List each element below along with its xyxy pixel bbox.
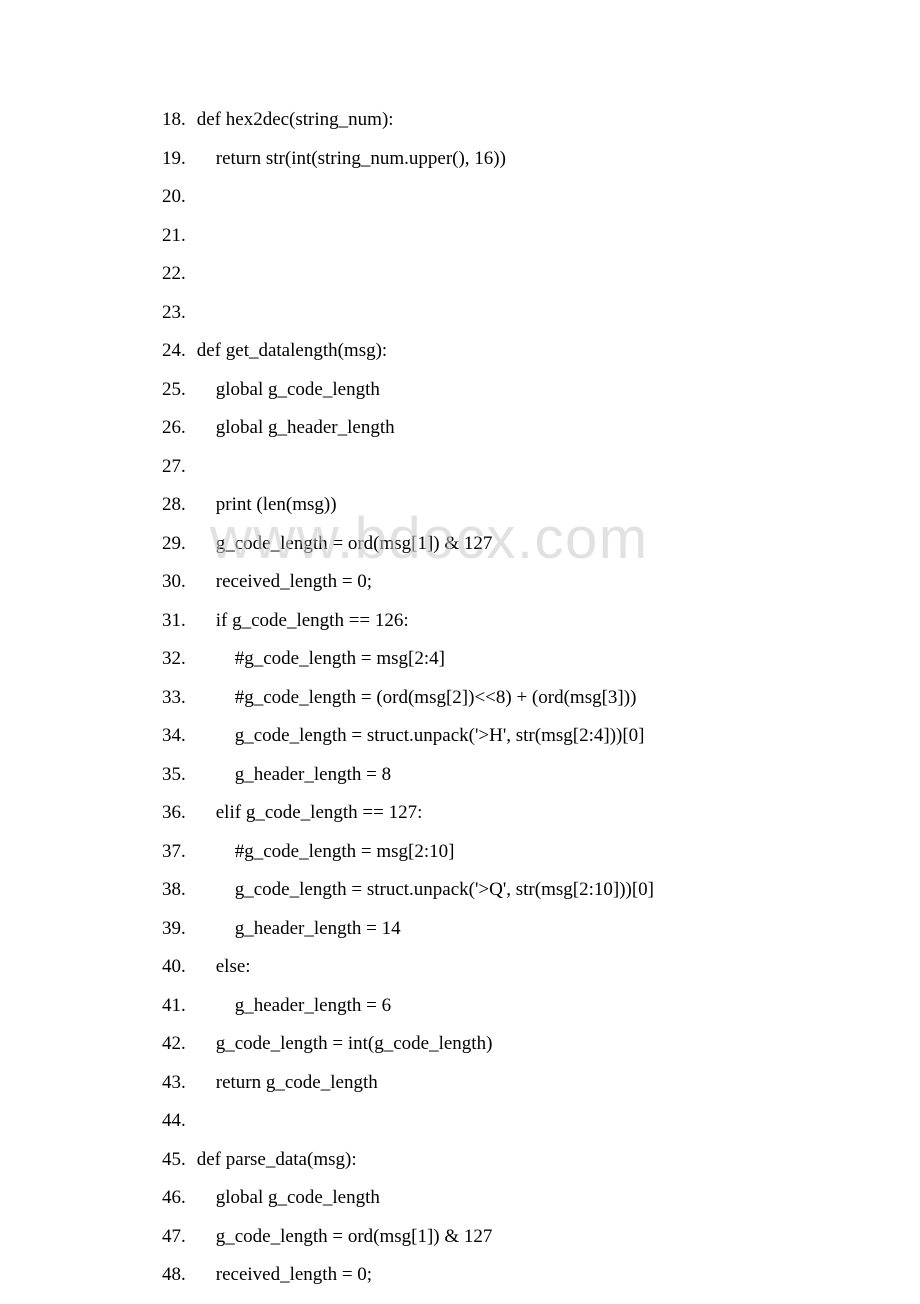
code-text: return str(int(string_num.upper(), 16)) xyxy=(192,148,506,169)
line-number: 44. xyxy=(162,1111,192,1130)
code-text: def hex2dec(string_num): xyxy=(192,109,394,130)
code-text: def get_datalength(msg): xyxy=(192,340,387,361)
code-line: 39. g_header_length = 14 xyxy=(162,919,920,938)
code-text: print (len(msg)) xyxy=(192,494,337,515)
line-number: 37. xyxy=(162,842,192,861)
code-line: 35. g_header_length = 8 xyxy=(162,765,920,784)
line-number: 36. xyxy=(162,803,192,822)
line-number: 33. xyxy=(162,688,192,707)
line-number: 43. xyxy=(162,1073,192,1092)
code-line: 46. global g_code_length xyxy=(162,1188,920,1207)
code-line: 18. def hex2dec(string_num): xyxy=(162,110,920,129)
code-text: global g_code_length xyxy=(192,379,380,400)
line-number: 20. xyxy=(162,187,192,206)
code-line: 19. return str(int(string_num.upper(), 1… xyxy=(162,149,920,168)
line-number: 22. xyxy=(162,264,192,283)
code-text: g_header_length = 8 xyxy=(192,764,391,785)
code-line: 43. return g_code_length xyxy=(162,1073,920,1092)
code-line: 32. #g_code_length = msg[2:4] xyxy=(162,649,920,668)
code-text: g_code_length = ord(msg[1]) & 127 xyxy=(192,533,492,554)
code-text: g_code_length = struct.unpack('>H', str(… xyxy=(192,725,645,746)
code-line: 36. elif g_code_length == 127: xyxy=(162,803,920,822)
code-text: g_code_length = ord(msg[1]) & 127 xyxy=(192,1226,492,1247)
code-text: #g_code_length = msg[2:10] xyxy=(192,841,454,862)
code-line: 21. xyxy=(162,226,920,245)
line-number: 24. xyxy=(162,341,192,360)
line-number: 48. xyxy=(162,1265,192,1284)
code-text: received_length = 0; xyxy=(192,1264,372,1285)
code-text: g_code_length = struct.unpack('>Q', str(… xyxy=(192,879,654,900)
line-number: 35. xyxy=(162,765,192,784)
line-number: 31. xyxy=(162,611,192,630)
code-text: g_code_length = int(g_code_length) xyxy=(192,1033,492,1054)
code-text: if g_code_length == 126: xyxy=(192,610,409,631)
code-line: 42. g_code_length = int(g_code_length) xyxy=(162,1034,920,1053)
line-number: 46. xyxy=(162,1188,192,1207)
code-line: 30. received_length = 0; xyxy=(162,572,920,591)
code-line: 22. xyxy=(162,264,920,283)
code-text: else: xyxy=(192,956,251,977)
code-line: 27. xyxy=(162,457,920,476)
code-line: 34. g_code_length = struct.unpack('>H', … xyxy=(162,726,920,745)
line-number: 40. xyxy=(162,957,192,976)
line-number: 19. xyxy=(162,149,192,168)
code-line: 37. #g_code_length = msg[2:10] xyxy=(162,842,920,861)
line-number: 28. xyxy=(162,495,192,514)
code-line: 33. #g_code_length = (ord(msg[2])<<8) + … xyxy=(162,688,920,707)
line-number: 42. xyxy=(162,1034,192,1053)
code-text: elif g_code_length == 127: xyxy=(192,802,422,823)
code-block: 18. def hex2dec(string_num):19. return s… xyxy=(162,110,920,1284)
line-number: 30. xyxy=(162,572,192,591)
code-text: global g_code_length xyxy=(192,1187,380,1208)
line-number: 27. xyxy=(162,457,192,476)
code-line: 29. g_code_length = ord(msg[1]) & 127 xyxy=(162,534,920,553)
line-number: 25. xyxy=(162,380,192,399)
line-number: 21. xyxy=(162,226,192,245)
code-line: 45. def parse_data(msg): xyxy=(162,1150,920,1169)
code-line: 40. else: xyxy=(162,957,920,976)
code-line: 41. g_header_length = 6 xyxy=(162,996,920,1015)
code-text: return g_code_length xyxy=(192,1072,378,1093)
code-line: 31. if g_code_length == 126: xyxy=(162,611,920,630)
code-line: 48. received_length = 0; xyxy=(162,1265,920,1284)
code-line: 28. print (len(msg)) xyxy=(162,495,920,514)
code-text: received_length = 0; xyxy=(192,571,372,592)
line-number: 18. xyxy=(162,110,192,129)
code-text: global g_header_length xyxy=(192,417,395,438)
line-number: 41. xyxy=(162,996,192,1015)
code-line: 23. xyxy=(162,303,920,322)
line-number: 32. xyxy=(162,649,192,668)
code-text: #g_code_length = (ord(msg[2])<<8) + (ord… xyxy=(192,687,636,708)
line-number: 47. xyxy=(162,1227,192,1246)
line-number: 39. xyxy=(162,919,192,938)
line-number: 26. xyxy=(162,418,192,437)
line-number: 45. xyxy=(162,1150,192,1169)
code-line: 25. global g_code_length xyxy=(162,380,920,399)
code-line: 26. global g_header_length xyxy=(162,418,920,437)
line-number: 38. xyxy=(162,880,192,899)
line-number: 23. xyxy=(162,303,192,322)
code-line: 44. xyxy=(162,1111,920,1130)
code-line: 38. g_code_length = struct.unpack('>Q', … xyxy=(162,880,920,899)
code-text: g_header_length = 14 xyxy=(192,918,401,939)
code-line: 20. xyxy=(162,187,920,206)
code-line: 47. g_code_length = ord(msg[1]) & 127 xyxy=(162,1227,920,1246)
line-number: 29. xyxy=(162,534,192,553)
line-number: 34. xyxy=(162,726,192,745)
code-text: g_header_length = 6 xyxy=(192,995,391,1016)
code-text: def parse_data(msg): xyxy=(192,1149,357,1170)
code-line: 24. def get_datalength(msg): xyxy=(162,341,920,360)
code-text: #g_code_length = msg[2:4] xyxy=(192,648,445,669)
